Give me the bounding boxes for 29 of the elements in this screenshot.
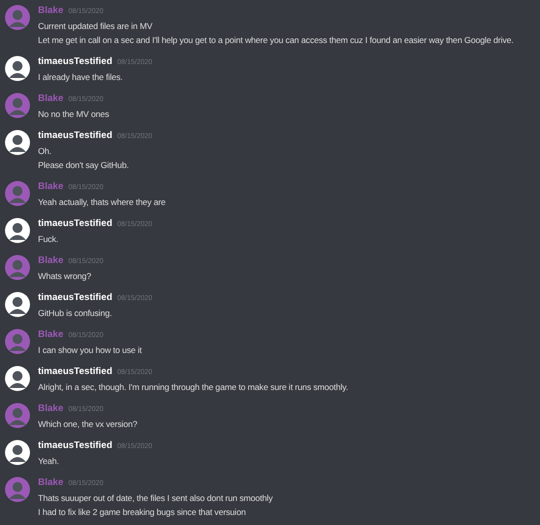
message-text: Please don't say GitHub. [38, 159, 130, 172]
message-text: Let me get in call on a sec and I'll help you get to a point where you can access them cuz I found an easier way then Google drive. [38, 34, 514, 47]
message-text: Thats suuuper out of date, the files I sent also dont run smoothly [38, 492, 273, 505]
author-name[interactable]: Blake [38, 402, 64, 416]
message-text: Alright, in a sec, though. I'm running through the game to make sure it runs smoothly. [38, 381, 348, 394]
message-text: Yeah. [38, 455, 60, 468]
message-text: I had to fix like 2 game breaking bugs since that versuion [38, 506, 247, 519]
author-name[interactable]: timaeusTestified [38, 365, 112, 379]
author-name[interactable]: timaeusTestified [38, 217, 112, 231]
message-text: Fuck. [38, 233, 60, 246]
message-text: I can show you how to use it [38, 344, 142, 357]
author-name[interactable]: timaeusTestified [38, 439, 112, 453]
message-text: Which one, the vx version? [38, 418, 138, 431]
author-name[interactable]: timaeusTestified [38, 55, 112, 69]
author-name[interactable]: Blake [38, 180, 64, 194]
message-text: No no the MV ones [38, 108, 110, 121]
message-text: Whats wrong? [38, 270, 92, 283]
author-name[interactable]: Blake [38, 4, 64, 18]
author-name[interactable]: Blake [38, 328, 64, 342]
author-name[interactable]: timaeusTestified [38, 291, 112, 305]
message-text: Yeah actually, thats where they are [38, 196, 166, 209]
author-name[interactable]: Blake [38, 254, 64, 268]
message-text: Current updated files are in MV [38, 20, 154, 33]
author-name[interactable]: timaeusTestified [38, 129, 112, 143]
author-name[interactable]: Blake [38, 476, 64, 490]
author-name[interactable]: Blake [38, 92, 64, 106]
message-text: GitHub is confusing. [38, 307, 113, 320]
message-text: Oh. [38, 145, 52, 158]
message-text: I already have the files. [38, 71, 124, 84]
